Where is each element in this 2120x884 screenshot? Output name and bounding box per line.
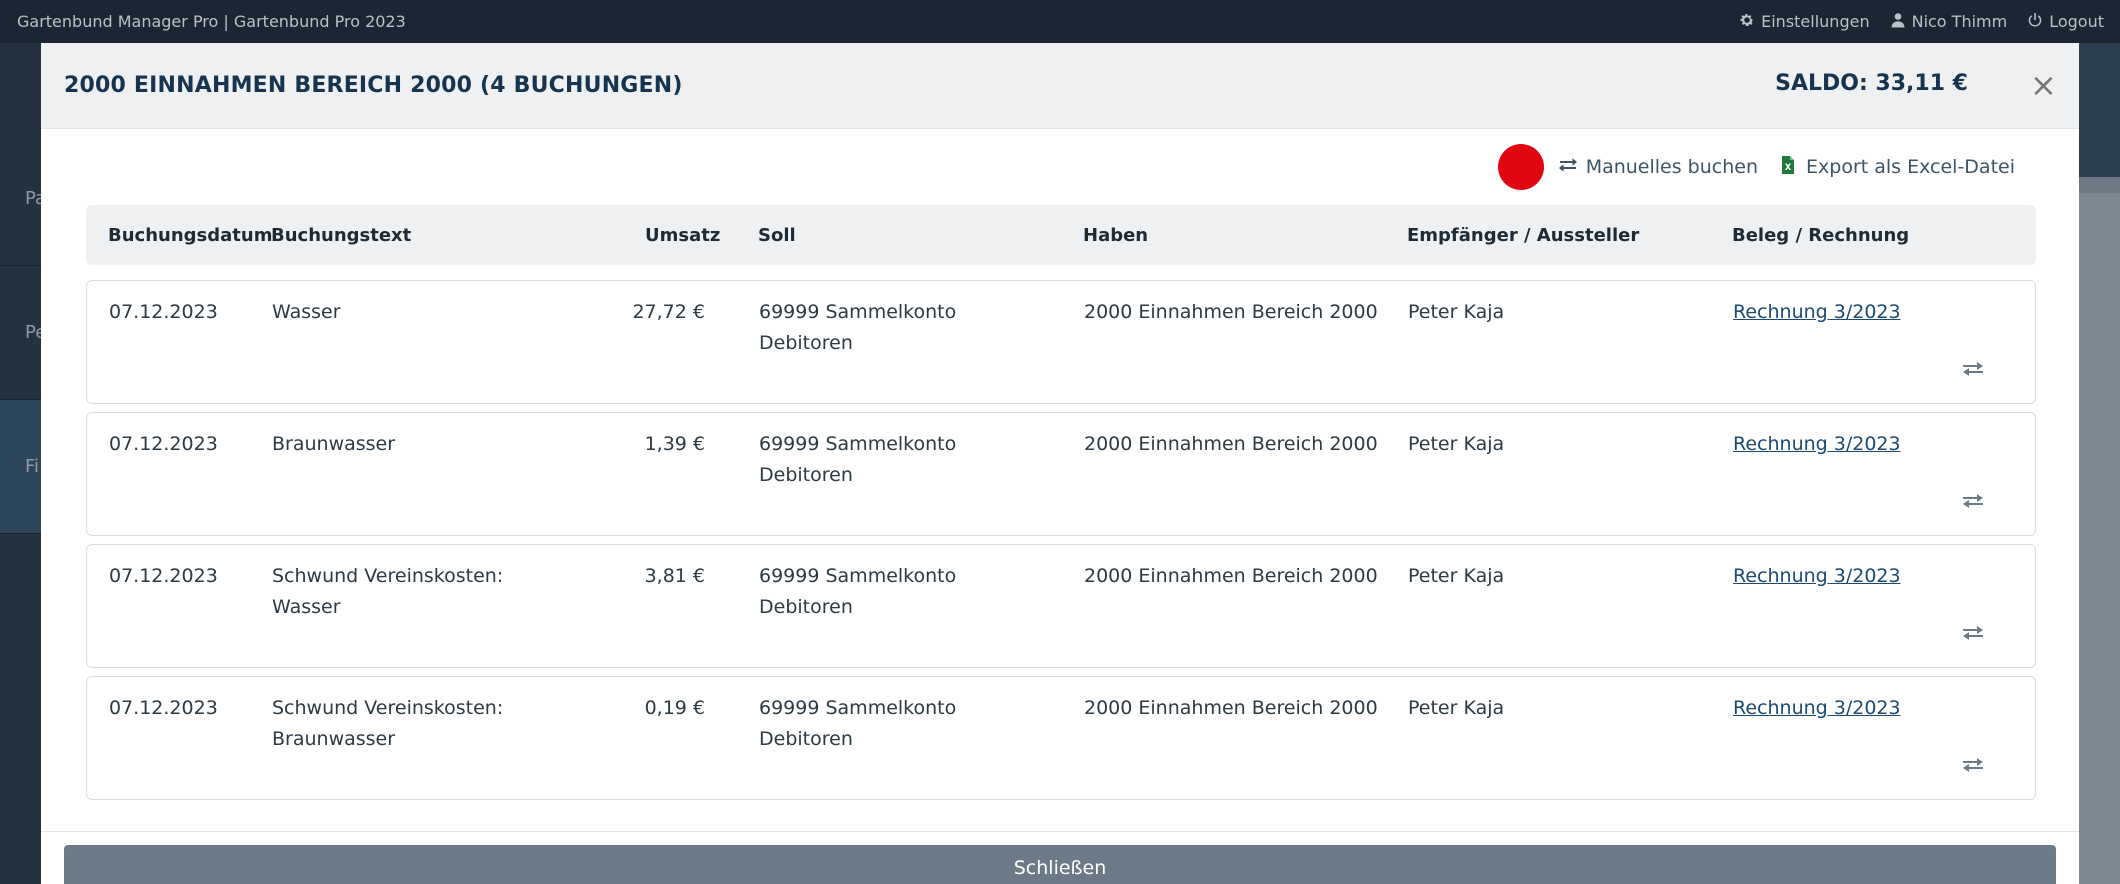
excel-file-icon (1778, 155, 1798, 180)
column-header-credit[interactable]: Haben (1083, 225, 1148, 246)
background-sidebar: Pa Pe Fi (0, 43, 46, 884)
close-button[interactable]: Schließen (64, 845, 2056, 884)
cell-recipient: Peter Kaja (1408, 433, 1505, 455)
modal-header: 2000 EINNAHMEN BEREICH 2000 (4 BUCHUNGEN… (41, 43, 2079, 129)
background-sidebar-item-active: Fi (0, 400, 41, 534)
column-header-recipient[interactable]: Empfänger / Aussteller (1407, 225, 1639, 246)
column-header-date[interactable]: Buchungsdatum (108, 225, 272, 246)
cell-recipient: Peter Kaja (1408, 301, 1505, 323)
cell-debit: 69999 Sammelkonto Debitoren (759, 433, 957, 486)
settings-link[interactable]: Einstellungen (1739, 12, 1870, 32)
cell-debit: 69999 Sammelkonto Debitoren (759, 565, 957, 618)
table-header: Buchungsdatum Buchungstext Umsatz Soll H… (86, 205, 2036, 265)
modal-footer: Schließen (41, 831, 2079, 884)
cell-amount: 27,72 € (632, 301, 705, 323)
cell-date: 07.12.2023 (109, 565, 218, 587)
voucher-link[interactable]: Rechnung 3/2023 (1733, 429, 1901, 460)
modal-toolbar: Manuelles buchen Export als Excel-Datei (1497, 143, 2015, 191)
cell-credit: 2000 Einnahmen Bereich 2000 (1084, 301, 1378, 323)
saldo-value: SALDO: 33,11 € (1775, 71, 1968, 96)
top-bar: Gartenbund Manager Pro | Gartenbund Pro … (0, 0, 2120, 43)
logout-label: Logout (2049, 12, 2104, 31)
user-icon (1890, 12, 1906, 32)
column-header-amount[interactable]: Umsatz (645, 225, 720, 246)
rebook-icon[interactable] (1961, 491, 1985, 511)
cell-amount: 0,19 € (644, 697, 705, 719)
background-content (2079, 43, 2120, 884)
cell-credit: 2000 Einnahmen Bereich 2000 (1084, 697, 1378, 719)
table-row: 07.12.2023 Schwund Vereinskosten: Braunwa… (86, 676, 2036, 800)
app-title: Gartenbund Manager Pro | Gartenbund Pro … (17, 12, 406, 31)
cell-amount: 1,39 € (644, 433, 705, 455)
cell-text: Wasser (272, 301, 341, 323)
cell-recipient: Peter Kaja (1408, 565, 1505, 587)
cell-date: 07.12.2023 (109, 433, 218, 455)
rebook-icon[interactable] (1961, 755, 1985, 775)
cell-text: Schwund Vereinskosten: Braunwasser (272, 697, 504, 750)
background-sidebar-item: Pa (0, 132, 46, 266)
cell-text: Braunwasser (272, 433, 396, 455)
voucher-link[interactable]: Rechnung 3/2023 (1733, 693, 1901, 724)
manual-booking-label: Manuelles buchen (1585, 156, 1759, 178)
cell-debit: 69999 Sammelkonto Debitoren (759, 697, 957, 750)
cell-text: Schwund Vereinskosten: Wasser (272, 565, 504, 618)
record-indicator-icon[interactable] (1497, 144, 1544, 190)
cell-recipient: Peter Kaja (1408, 697, 1505, 719)
user-menu[interactable]: Nico Thimm (1890, 12, 2008, 32)
table-row: 07.12.2023 Schwund Vereinskosten: Wasser … (86, 544, 2036, 668)
cell-debit: 69999 Sammelkonto Debitoren (759, 301, 957, 354)
rebook-icon[interactable] (1961, 359, 1985, 379)
top-bar-actions: Einstellungen Nico Thimm Logout (1739, 12, 2104, 32)
cell-credit: 2000 Einnahmen Bereich 2000 (1084, 433, 1378, 455)
manual-booking-button[interactable]: Manuelles buchen (1558, 155, 1758, 180)
user-name: Nico Thimm (1911, 12, 2008, 31)
rebook-icon[interactable] (1961, 623, 1985, 643)
logout-link[interactable]: Logout (2027, 12, 2104, 32)
export-excel-button[interactable]: Export als Excel-Datei (1778, 155, 2015, 180)
power-icon (2027, 12, 2043, 32)
close-icon[interactable]: × (2030, 69, 2057, 101)
column-header-text[interactable]: Buchungstext (271, 225, 411, 246)
table-row: 07.12.2023 Wasser 27,72 € 69999 Sammelko… (86, 280, 2036, 404)
cell-date: 07.12.2023 (109, 301, 218, 323)
column-header-voucher[interactable]: Beleg / Rechnung (1732, 225, 1909, 246)
export-excel-label: Export als Excel-Datei (1806, 156, 2015, 178)
table-row: 07.12.2023 Braunwasser 1,39 € 69999 Samm… (86, 412, 2036, 536)
bookings-modal: 2000 EINNAHMEN BEREICH 2000 (4 BUCHUNGEN… (41, 43, 2079, 884)
voucher-link[interactable]: Rechnung 3/2023 (1733, 297, 1901, 328)
cell-credit: 2000 Einnahmen Bereich 2000 (1084, 565, 1378, 587)
gear-icon (1739, 12, 1755, 32)
cell-amount: 3,81 € (644, 565, 705, 587)
background-sidebar-item: Pe (0, 266, 46, 400)
column-header-debit[interactable]: Soll (758, 225, 796, 246)
cell-date: 07.12.2023 (109, 697, 218, 719)
settings-label: Einstellungen (1761, 12, 1870, 31)
modal-title: 2000 EINNAHMEN BEREICH 2000 (4 BUCHUNGEN… (64, 73, 683, 98)
voucher-link[interactable]: Rechnung 3/2023 (1733, 561, 1901, 592)
exchange-icon (1558, 155, 1578, 180)
